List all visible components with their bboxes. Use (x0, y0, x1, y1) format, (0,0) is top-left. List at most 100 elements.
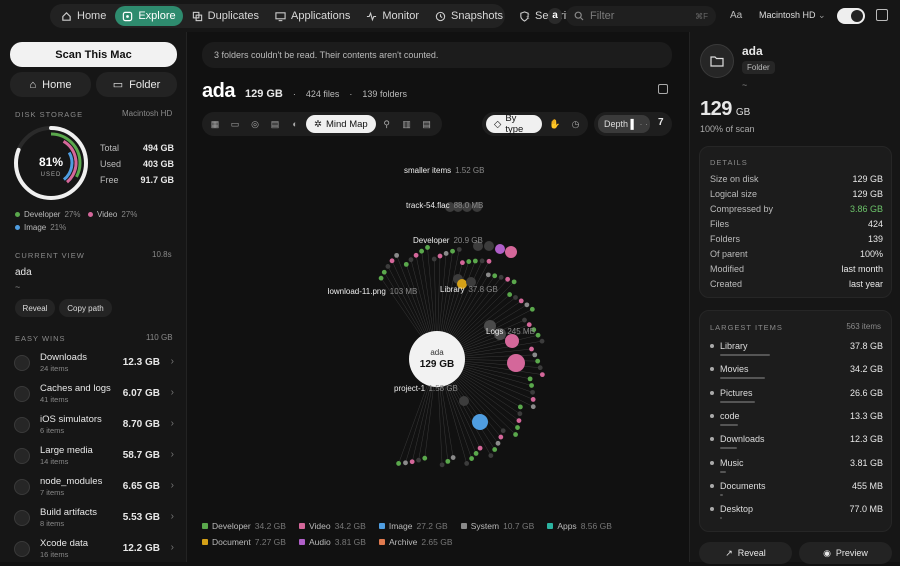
mind-map-tab[interactable]: ✲ Mind Map (306, 115, 376, 133)
legend-item-image[interactable]: Image 27.2 GB (378, 521, 448, 531)
mind-map-leaf-node[interactable] (450, 455, 456, 460)
nav-snapshots[interactable]: Snapshots (428, 6, 510, 26)
mind-map-leaf-node[interactable] (403, 460, 408, 466)
mind-map-leaf-node[interactable] (516, 418, 522, 423)
volume-select[interactable]: Macintosh HD ⌄ (759, 10, 826, 21)
mind-map-leaf-node[interactable] (517, 411, 523, 417)
mind-map-leaf-node[interactable] (505, 276, 511, 282)
legend-item-video[interactable]: Video 34.2 GB (299, 521, 366, 531)
legend-item-audio[interactable]: Audio 3.81 GB (299, 537, 366, 547)
mind-map-leaf-node[interactable] (416, 457, 421, 463)
nav-explore[interactable]: Explore (115, 6, 183, 26)
legend-item-archive[interactable]: Archive 2.65 GB (379, 537, 453, 547)
mind-map-leaf-node[interactable] (437, 253, 443, 259)
preview-button[interactable]: ◉ Preview (799, 542, 892, 564)
scan-mac-button[interactable]: Scan This Mac (10, 42, 177, 67)
mind-map-leaf-node[interactable] (530, 389, 535, 395)
copy-path-button[interactable]: Copy path (59, 299, 112, 317)
mind-map-leaf-node[interactable] (378, 275, 384, 281)
mind-map-leaf-node[interactable] (513, 432, 518, 437)
mind-map-leaf-node[interactable] (472, 258, 478, 264)
mind-map-leaf-node[interactable] (517, 404, 523, 410)
largest-item[interactable]: Library 37.8 GB (710, 341, 883, 363)
reveal-button[interactable]: ↗ Reveal (699, 542, 792, 564)
calendar-view-icon[interactable]: ▥ (398, 115, 416, 133)
mind-map-leaf-node[interactable] (492, 447, 498, 452)
folder-button[interactable]: ▭ Folder (96, 72, 177, 97)
largest-item[interactable]: Downloads 12.3 GB (710, 434, 883, 456)
home-button[interactable]: ⌂ Home (10, 72, 91, 97)
columns-view-icon[interactable]: ⚲ (378, 115, 396, 133)
nav-applications[interactable]: Applications (268, 6, 357, 26)
largest-item[interactable]: Music 3.81 GB (710, 458, 883, 480)
mind-map-leaf-node[interactable] (511, 279, 517, 285)
mind-map-leaf-node[interactable] (532, 352, 538, 358)
mind-map-leaf-node[interactable] (529, 346, 534, 352)
mind-map-leaf-node[interactable] (445, 458, 451, 464)
easy-win-xcode-data[interactable]: Xcode data 16 items 12.2 GB › (10, 535, 180, 566)
mind-map-leaf-node[interactable] (485, 272, 491, 278)
mind-map-leaf-node[interactable] (539, 338, 545, 344)
avatar[interactable]: a (548, 8, 562, 24)
mind-map-leaf-node[interactable] (381, 269, 387, 275)
by-type-tab[interactable]: ◇ By type (486, 113, 543, 135)
theme-toggle[interactable] (837, 8, 865, 24)
mind-map-leaf-node[interactable] (456, 247, 462, 252)
mind-map-leaf-node[interactable] (425, 245, 430, 250)
mind-map-leaf-node[interactable] (385, 264, 391, 269)
depth-control[interactable]: Depth ▌ · · 7 (594, 112, 672, 136)
mind-map-leaf-node[interactable] (439, 462, 445, 468)
sidebar-toggle-icon[interactable] (876, 9, 888, 21)
nav-duplicates[interactable]: Duplicates (185, 6, 266, 26)
mind-map-leaf-node[interactable] (537, 365, 543, 371)
table-view-icon[interactable]: ▤ (418, 115, 436, 133)
mind-map-leaf-node[interactable] (488, 453, 494, 458)
mind-map-leaf-node[interactable] (529, 383, 534, 388)
easy-win-downloads[interactable]: Downloads 24 items 12.3 GB › (10, 349, 180, 380)
mind-map-leaf-node[interactable] (408, 257, 414, 263)
mind-map-leaf-node[interactable] (389, 258, 395, 264)
mind-map-leaf-node[interactable] (466, 259, 472, 264)
mind-map-leaf-node[interactable] (477, 445, 483, 451)
mind-map[interactable]: ada 129 GB smaller items 1.52 GB track-54… (328, 156, 688, 486)
treemap-view-icon[interactable]: ◐ (286, 115, 304, 133)
mind-map-leaf-node[interactable] (431, 256, 437, 262)
legend-item-developer[interactable]: Developer 34.2 GB (202, 521, 286, 531)
mind-map-leaf-node[interactable] (498, 274, 504, 280)
nav-monitor[interactable]: Monitor (359, 6, 426, 26)
mind-map-leaf-node[interactable] (492, 273, 498, 279)
legend-item-apps[interactable]: Apps 8.56 GB (547, 521, 612, 531)
text-size-button[interactable]: Aa (730, 10, 742, 21)
mind-map-leaf-node[interactable] (535, 332, 541, 338)
legend-item-system[interactable]: System 10.7 GB (460, 521, 534, 531)
nav-home[interactable]: Home (54, 6, 113, 26)
largest-item[interactable]: code 13.3 GB (710, 411, 883, 433)
mind-map-leaf-node[interactable] (450, 248, 455, 254)
mind-map-leaf-node[interactable] (443, 251, 449, 256)
folder-view-icon[interactable]: ▭ (226, 115, 244, 133)
mind-map-leaf-node[interactable] (413, 252, 419, 258)
mind-map-leaf-node[interactable] (518, 298, 524, 304)
easy-win-build-artifacts[interactable]: Build artifacts 8 items 5.53 GB › (10, 504, 180, 535)
open-external-icon[interactable] (658, 84, 668, 94)
easy-win-ios-simulators[interactable]: iOS simulators 6 items 8.70 GB › (10, 411, 180, 442)
mind-map-leaf-node[interactable] (522, 317, 527, 323)
easy-win-node-modules[interactable]: node_modules 7 items 6.65 GB › (10, 473, 180, 504)
reveal-button[interactable]: Reveal (15, 299, 55, 317)
mind-map-leaf-node[interactable] (403, 261, 409, 267)
legend-item-document[interactable]: Document 7.27 GB (202, 537, 286, 547)
mind-map-leaf-node[interactable] (495, 440, 501, 446)
mind-map-leaf-node[interactable] (498, 434, 504, 440)
filter-input[interactable]: Filter ⌘F (566, 6, 716, 26)
mind-map-leaf-node[interactable] (515, 425, 520, 430)
mind-map-leaf-node[interactable] (513, 295, 518, 300)
largest-item[interactable]: Desktop 77.0 MB (710, 504, 883, 526)
mind-map-leaf-node[interactable] (529, 306, 535, 312)
mind-map-leaf-node[interactable] (409, 459, 415, 465)
grid-view-icon[interactable]: ▦ (206, 115, 224, 133)
mind-map-leaf-node[interactable] (507, 292, 513, 297)
easy-win-caches[interactable]: Caches and logs 41 items 6.07 GB › (10, 380, 180, 411)
mind-map-leaf-node[interactable] (396, 461, 402, 466)
mind-map-leaf-node[interactable] (535, 358, 541, 364)
largest-item[interactable]: Pictures 26.6 GB (710, 388, 883, 410)
